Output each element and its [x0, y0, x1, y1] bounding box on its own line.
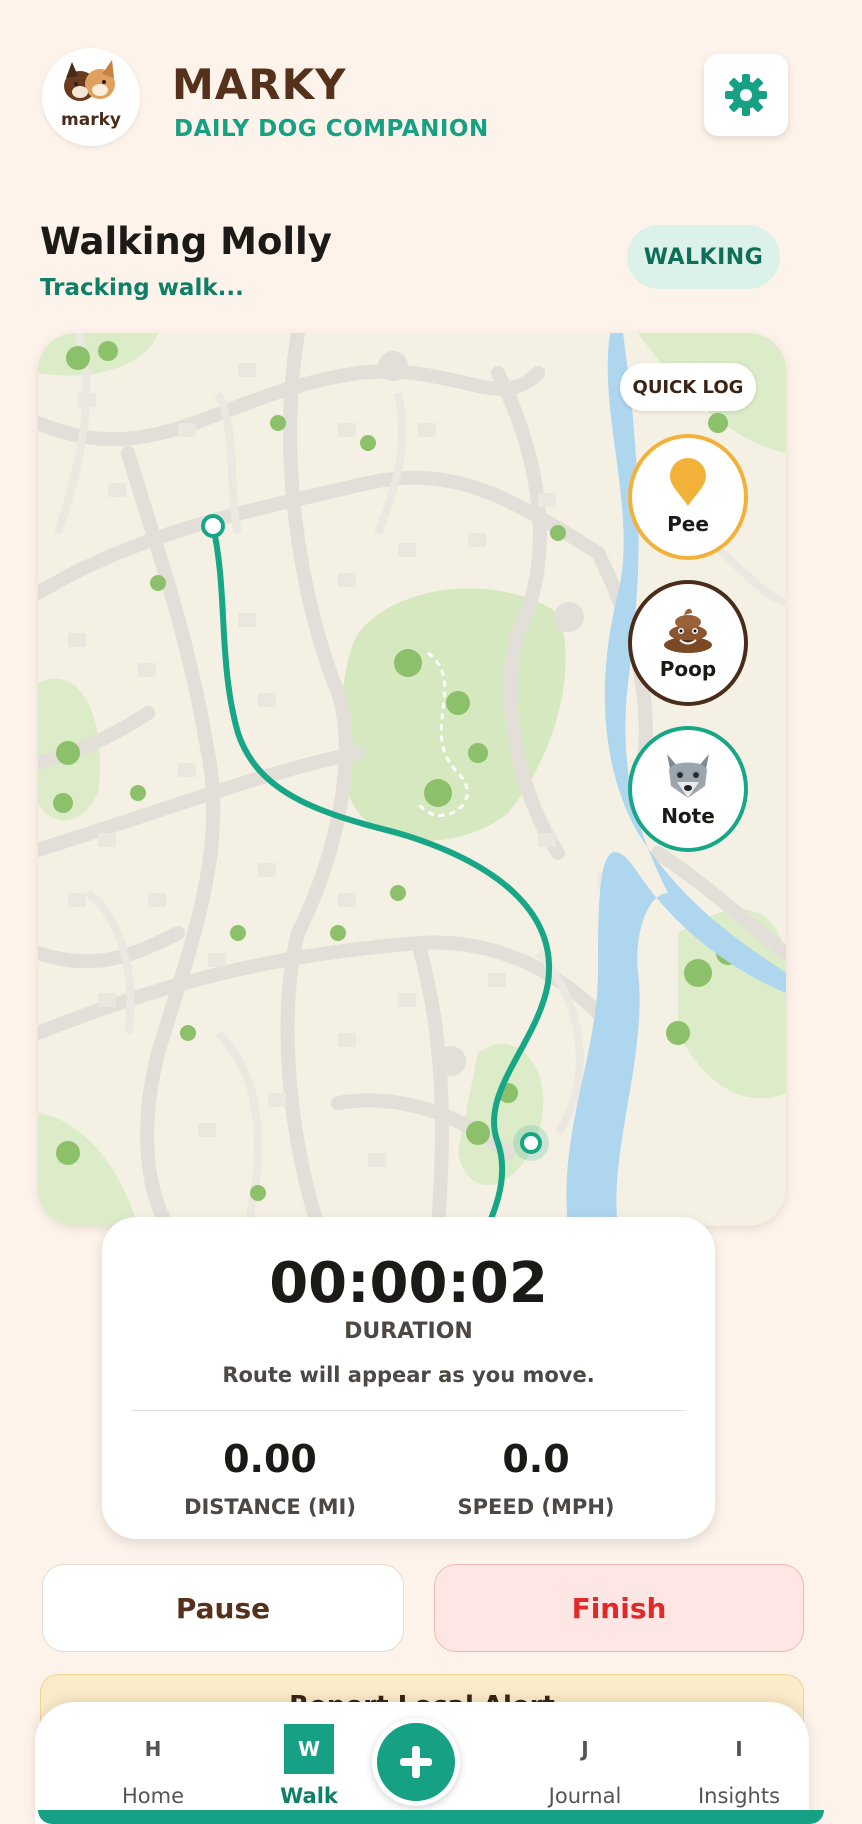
app-header: marky MARKY DAILY DOG COMPANION — [0, 0, 862, 180]
pause-button[interactable]: Pause — [42, 1564, 404, 1652]
speed-label: SPEED (MPH) — [457, 1495, 615, 1519]
dog-logo-icon — [64, 60, 115, 101]
app-logo: marky — [42, 48, 140, 146]
logo-wordmark: marky — [61, 110, 121, 130]
nav-label-journal: Journal — [548, 1784, 622, 1808]
duration-label: DURATION — [344, 1319, 473, 1344]
nav-item-walk[interactable]: W Walk — [239, 1702, 379, 1824]
nav-item-home[interactable]: H Home — [83, 1702, 223, 1824]
pee-label: Pee — [667, 512, 709, 536]
plus-icon — [400, 1746, 432, 1778]
pin-icon — [670, 458, 706, 506]
add-button[interactable] — [372, 1718, 460, 1806]
app-name: MARKY — [172, 60, 347, 109]
wolf-icon — [667, 754, 709, 798]
gear-icon — [725, 74, 767, 116]
note-log-button[interactable]: Note — [628, 726, 748, 852]
journal-icon: J — [581, 1737, 589, 1761]
insights-icon: I — [735, 1737, 743, 1761]
distance-value: 0.00 — [223, 1437, 317, 1481]
stats-divider — [132, 1410, 686, 1411]
poop-icon — [664, 608, 712, 653]
finish-button[interactable]: Finish — [434, 1564, 804, 1652]
walk-stats-card: 00:00:02 DURATION Route will appear as y… — [102, 1217, 715, 1539]
nav-label-home: Home — [121, 1784, 184, 1808]
distance-label: DISTANCE (MI) — [184, 1495, 356, 1519]
nav-label-walk: Walk — [280, 1784, 338, 1808]
note-label: Note — [661, 804, 715, 828]
nav-label-insights: Insights — [697, 1784, 781, 1808]
walk-title: Walking Molly — [40, 220, 332, 263]
nav-item-insights[interactable]: I Insights — [669, 1702, 809, 1824]
walk-icon: W — [284, 1724, 334, 1774]
route-message: Route will appear as you move. — [222, 1363, 595, 1387]
poop-label: Poop — [659, 657, 717, 681]
walking-status-badge: WALKING — [627, 225, 780, 289]
nav-item-journal[interactable]: J Journal — [515, 1702, 655, 1824]
speed-value: 0.0 — [502, 1437, 570, 1481]
quick-log-label: QUICK LOG — [620, 363, 756, 411]
home-icon: H — [144, 1737, 162, 1761]
walk-map[interactable]: QUICK LOG Pee Poop Note — [38, 333, 786, 1226]
settings-button[interactable] — [704, 54, 788, 136]
app-subtitle: DAILY DOG COMPANION — [174, 116, 489, 142]
walk-status-text: Tracking walk... — [40, 275, 244, 301]
duration-timer: 00:00:02 — [269, 1251, 548, 1316]
poop-log-button[interactable]: Poop — [628, 580, 748, 706]
pee-log-button[interactable]: Pee — [628, 434, 748, 560]
bottom-accent-strip — [38, 1810, 824, 1824]
